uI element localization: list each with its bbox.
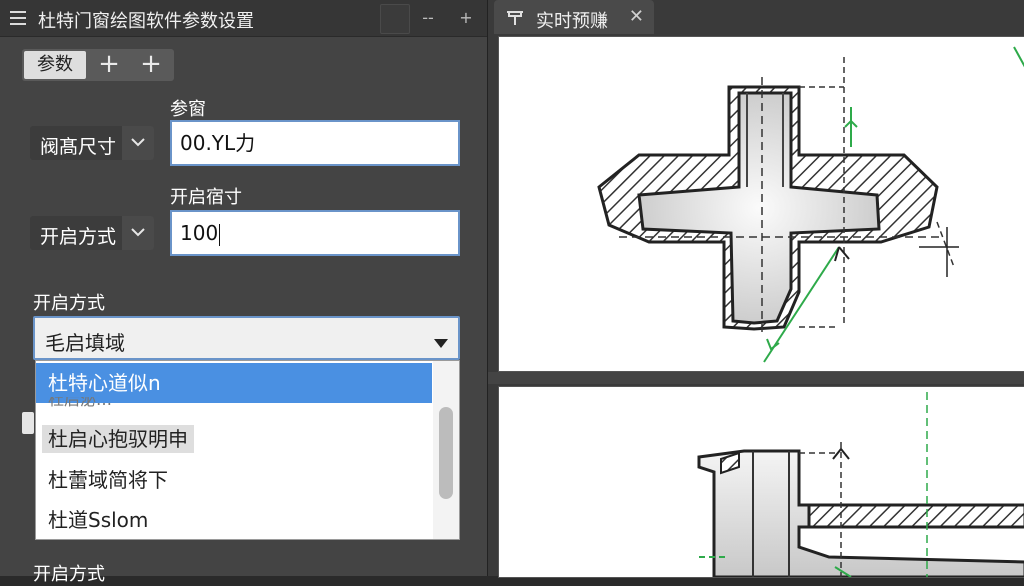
dimension-select-label: 阀髙尺寸 — [40, 136, 117, 158]
bottom-label: 开启方式 — [33, 564, 105, 585]
tab-params[interactable]: 参数 — [24, 51, 86, 79]
menu-icon[interactable] — [10, 11, 26, 25]
opening-mode-select-label: 开启方式 — [40, 226, 117, 248]
chevron-down-icon — [122, 126, 154, 160]
parameter-settings-panel: 杜特门窗绘图软件参数设置 -- + 参数 + + 参窗 阀髙尺寸 00.YL力 … — [0, 0, 488, 585]
preview-panel: 实时预赚 ✕ — [488, 0, 1024, 579]
text-caret — [219, 223, 221, 246]
view-splitter[interactable] — [488, 372, 1024, 384]
preview-tab-title: 实时预赚 — [536, 11, 608, 32]
dropdown-option[interactable]: 杜启心抱驭明申 — [36, 419, 432, 459]
minimize-button[interactable]: -- — [414, 4, 442, 32]
cross-section-drawing — [597, 46, 1024, 363]
dropdown-option[interactable]: 杜蕾域简将下 — [36, 460, 432, 500]
add-tab-button-2[interactable]: + — [132, 51, 170, 79]
opening-size-input-value: 100 — [180, 221, 219, 245]
panel-blank-button[interactable] — [380, 4, 410, 34]
opening-mode-select[interactable]: 开启方式 — [30, 216, 154, 250]
preview-canvas-top[interactable] — [498, 36, 1024, 372]
dimension-select[interactable]: 阀髙尺寸 — [30, 126, 154, 160]
preview-icon — [506, 10, 524, 30]
add-panel-button[interactable]: + — [452, 4, 480, 32]
add-tab-button[interactable]: + — [90, 51, 128, 79]
scrollbar-thumb[interactable] — [439, 407, 453, 499]
triangle-down-icon — [434, 333, 448, 352]
dimension-input-value: 00.YL力 — [180, 131, 256, 155]
field1-label: 参窗 — [170, 99, 206, 120]
field2-label: 开启宿寸 — [170, 187, 242, 208]
dimension-input[interactable]: 00.YL力 — [170, 120, 460, 166]
dropdown-option-label: 杜启心抱驭明申 — [42, 425, 194, 453]
panel-title: 杜特门窗绘图软件参数设置 — [38, 11, 254, 32]
dropdown-ghost-text: 杜后泌… — [48, 397, 113, 407]
dropdown-value: 毛启填域 — [45, 331, 125, 355]
section-detail-drawing — [697, 392, 1024, 579]
tab-bar: 参数 + + — [22, 49, 174, 81]
drag-handle[interactable] — [22, 412, 34, 434]
dropdown-option[interactable]: 杜道Sslom — [36, 500, 432, 539]
dropdown-list: 杜特心道似n 杜后泌… 杜启心抱驭明申 杜蕾域简将下 杜道Sslom — [35, 360, 460, 540]
preview-canvas-bottom[interactable] — [498, 386, 1024, 579]
panel-title-bar: 杜特门窗绘图软件参数设置 -- + — [0, 0, 487, 37]
opening-type-dropdown[interactable]: 毛启填域 — [33, 316, 460, 360]
close-icon[interactable]: ✕ — [629, 6, 644, 27]
dropdown-label: 开启方式 — [33, 293, 105, 314]
chevron-down-icon — [122, 216, 154, 250]
tab-realtime-preview[interactable]: 实时预赚 ✕ — [494, 0, 654, 34]
opening-size-input[interactable]: 100 — [170, 210, 460, 256]
dropdown-scrollbar[interactable] — [433, 361, 459, 539]
